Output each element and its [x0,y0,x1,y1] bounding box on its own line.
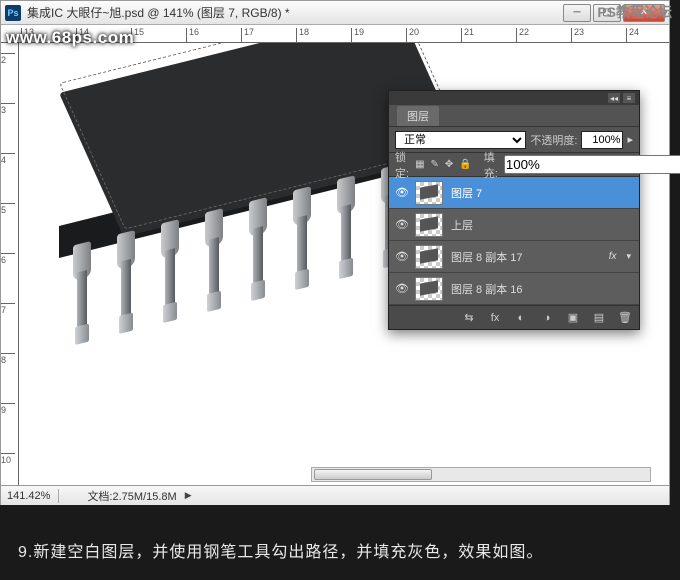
chip-pin [331,174,361,286]
doc-label: 文档: [87,491,112,503]
opacity-label: 不透明度: [530,132,577,148]
ruler-tick: 17 [241,28,254,42]
fx-icon[interactable]: fx [487,310,503,326]
app-icon: Ps [5,5,21,21]
ruler-tick: 9 [1,403,15,415]
lock-move-icon[interactable]: ✥ [445,158,453,172]
opacity-flyout-icon[interactable]: ▸ [627,133,633,146]
adjustment-icon[interactable]: ◑ [539,310,555,326]
ruler-tick: 18 [296,28,309,42]
mask-icon[interactable]: ◐ [513,310,529,326]
fx-expand-icon[interactable]: ▾ [622,251,635,262]
ruler-tick: 21 [461,28,474,42]
horizontal-scrollbar[interactable] [311,467,651,482]
layer-row[interactable]: 👁 图层 8 副本 17 fx▾ [389,241,639,273]
ruler-tick: 8 [1,353,15,365]
chip-pin [67,240,97,352]
layers-tab[interactable]: 图层 [397,106,439,126]
layer-name[interactable]: 上层 [447,217,635,233]
fill-label: 填充: [484,149,498,181]
lock-transparent-icon[interactable]: ▦ [415,158,424,172]
titlebar: Ps 集成IC 大眼仔~旭.psd @ 141% (图层 7, RGB/8) *… [1,1,669,25]
ruler-tick: 10 [1,453,15,465]
ruler-tick: 5 [1,203,15,215]
layer-row[interactable]: 👁 图层 8 副本 16 [389,273,639,305]
group-icon[interactable]: ▣ [565,310,581,326]
panel-tabs: 图层 [389,105,639,127]
zoom-level[interactable]: 141.42% [7,490,50,502]
tutorial-caption: 9.新建空白图层，并使用钢笔工具勾出路径，并填充灰色，效果如图。 [18,538,543,562]
visibility-icon[interactable]: 👁 [393,248,411,266]
ruler-tick: 6 [1,253,15,265]
new-layer-icon[interactable]: ▤ [591,310,607,326]
ruler-tick: 23 [571,28,584,42]
minimize-button[interactable]: ─ [563,4,591,22]
fill-input[interactable] [504,155,680,174]
scrollbar-thumb[interactable] [314,469,432,480]
blend-mode-select[interactable]: 正常 [395,131,526,149]
ruler-tick: 22 [516,28,529,42]
layers-panel[interactable]: ◂◂ ≡ 图层 正常 不透明度: ▸ 锁定: ▦ ✎ ✥ 🔒 填充: ▸ 👁 图层… [388,90,640,330]
layer-name[interactable]: 图层 8 副本 17 [447,249,605,265]
chip-pin [243,196,273,308]
watermark-68ps: www.68ps.com [6,28,134,48]
ruler-vertical: 2 3 4 5 6 7 8 9 10 [1,43,19,485]
layer-name[interactable]: 图层 8 副本 16 [447,281,635,297]
panel-menu-icon[interactable]: ≡ [623,93,635,103]
status-bar: 141.42% 文档:2.75M/15.8M ▶ [1,485,669,505]
lock-all-icon[interactable]: 🔒 [459,158,471,172]
fx-badge[interactable]: fx [609,251,619,262]
layer-row[interactable]: 👁 图层 7 [389,177,639,209]
lock-paint-icon[interactable]: ✎ [431,158,439,172]
layers-footer: ⇆ fx ◐ ◑ ▣ ▤ 🗑 [389,305,639,329]
ruler-tick: 3 [1,103,15,115]
ruler-tick: 16 [186,28,199,42]
ruler-tick: 2 [1,53,15,65]
layer-row[interactable]: 👁 上层 [389,209,639,241]
layer-thumbnail[interactable] [415,277,443,301]
chip-pin [111,229,141,341]
window-title: 集成IC 大眼仔~旭.psd @ 141% (图层 7, RGB/8) * [27,4,563,21]
lock-row: 锁定: ▦ ✎ ✥ 🔒 填充: ▸ [389,153,639,177]
watermark-forum: PS教程论坛 [597,2,672,22]
visibility-icon[interactable]: 👁 [393,184,411,202]
trash-icon[interactable]: 🗑 [617,310,633,326]
chip-pin [287,185,317,297]
lock-label: 锁定: [395,149,409,181]
opacity-input[interactable] [581,131,623,149]
visibility-icon[interactable]: 👁 [393,216,411,234]
doc-size: 2.75M/15.8M [113,491,177,503]
chip-illustration [59,93,429,373]
link-layers-icon[interactable]: ⇆ [461,310,477,326]
layer-thumbnail[interactable] [415,181,443,205]
chip-pin [199,207,229,319]
chip-pin [155,218,185,330]
visibility-icon[interactable]: 👁 [393,280,411,298]
ruler-tick: 4 [1,153,15,165]
layer-thumbnail[interactable] [415,213,443,237]
layer-list: 👁 图层 7 👁 上层 👁 图层 8 副本 17 fx▾ 👁 图层 8 副本 16 [389,177,639,305]
panel-collapse-icon[interactable]: ◂◂ [608,93,620,103]
status-menu-icon[interactable]: ▶ [185,490,197,502]
layer-thumbnail[interactable] [415,245,443,269]
ruler-tick: 24 [626,28,639,42]
blend-row: 正常 不透明度: ▸ [389,127,639,153]
ruler-tick: 19 [351,28,364,42]
layer-name[interactable]: 图层 7 [447,185,635,201]
ruler-tick: 7 [1,303,15,315]
panel-tabbar: ◂◂ ≡ [389,91,639,105]
ruler-tick: 20 [406,28,419,42]
